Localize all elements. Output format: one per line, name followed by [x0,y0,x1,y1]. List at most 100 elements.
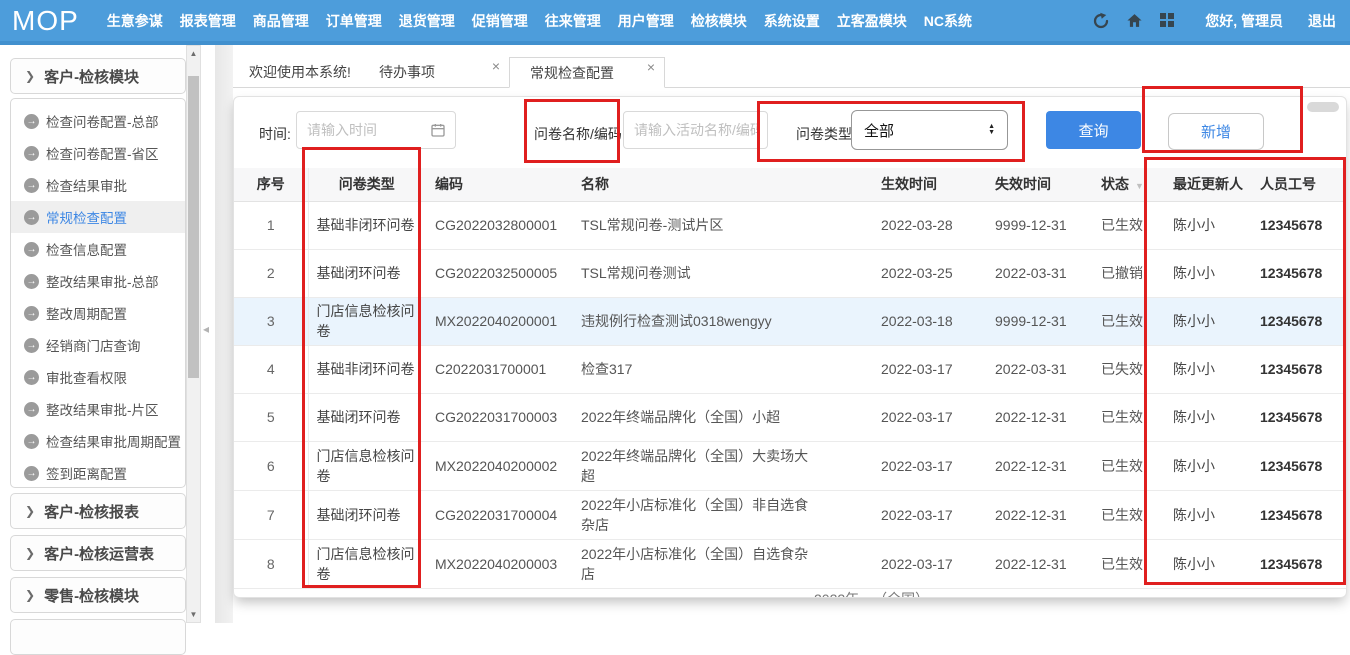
cell-seq: 1 [234,201,308,249]
cell-status: 已生效 [1093,297,1161,345]
menu-item[interactable]: 立客盈模块 [837,11,907,31]
arrow-circle-icon: → [24,274,39,289]
cell-effective-date: 2022-03-18 [869,297,983,345]
column-header[interactable]: 问卷类型 [308,168,425,201]
cell-updater: 陈小小 [1161,249,1248,297]
sidebar-item[interactable]: → 检查问卷配置-省区 [11,137,185,169]
sidebar-section-retail-check-module[interactable]: ❯ 零售-检核模块 [10,577,186,613]
column-header[interactable]: 人员工号 [1248,168,1347,201]
menu-item[interactable]: 检核模块 [691,11,747,31]
column-header[interactable]: 序号 [234,168,308,201]
column-header[interactable]: 最近更新人 [1161,168,1248,201]
questionnaire-name-input[interactable]: 请输入活动名称/编码 [623,111,768,149]
home-icon[interactable] [1125,12,1143,30]
cell-seq: 4 [234,345,308,393]
sidebar-item[interactable]: → 签到距离配置 [11,457,185,488]
cell-code: CG2022032800001 [425,201,571,249]
sidebar-section-customer-check-ops[interactable]: ❯ 客户-检核运营表 [10,535,186,571]
cell-updater: 陈小小 [1161,297,1248,345]
cell-employee-id: 12345678 [1248,393,1347,441]
sidebar-item[interactable]: → 经销商门店查询 [11,329,185,361]
sidebar-item[interactable]: → 审批查看权限 [11,361,185,393]
sidebar-item[interactable]: → 常规检查配置 [11,201,185,233]
sidebar-item[interactable]: → 整改周期配置 [11,297,185,329]
column-header[interactable]: 名称 [571,168,869,201]
grid-icon[interactable] [1158,12,1176,30]
tab-close-icon[interactable]: × [492,51,500,82]
table-row[interactable]: 6 门店信息检核问卷 MX2022040200002 2022年终端品牌化（全国… [234,441,1347,490]
table-row[interactable]: 7 基础闭环问卷 CG2022031700004 2022年小店标准化（全国）非… [234,490,1347,539]
arrow-circle-icon: → [24,146,39,161]
menu-item[interactable]: 生意参谋 [107,11,163,31]
cell-code: CG2022031700004 [425,490,571,539]
column-header[interactable]: 失效时间 [983,168,1093,201]
menu-item[interactable]: 订单管理 [326,11,382,31]
sidebar-section-partial [10,619,186,655]
cell-code: MX2022040200001 [425,297,571,345]
scrollbar-thumb[interactable] [188,76,199,378]
sidebar-section-customer-check-report[interactable]: ❯ 客户-检核报表 [10,493,186,529]
tab[interactable]: 待办事项 × [351,57,509,88]
menu-item[interactable]: 促销管理 [472,11,528,31]
sidebar-item[interactable]: → 检查信息配置 [11,233,185,265]
cell-employee-id: 12345678 [1248,539,1347,588]
app-logo[interactable]: MOP [12,5,79,37]
cell-seq: 5 [234,393,308,441]
arrow-circle-icon: → [24,114,39,129]
sidebar-item[interactable]: → 检查结果审批周期配置 [11,425,185,457]
tab[interactable]: 常规检查配置 × [509,57,665,88]
cell-employee-id: 12345678 [1248,490,1347,539]
cell-type: 基础闭环问卷 [308,393,425,441]
horizontal-scrollbar-thumb[interactable] [1307,102,1339,112]
scroll-down-icon[interactable]: ▼ [187,607,200,622]
cell-expiry-date: 9999-12-31 [983,297,1093,345]
tab[interactable]: 欢迎使用本系统! × [233,57,351,88]
sidebar-item[interactable]: → 检查结果审批 [11,169,185,201]
add-button[interactable]: 新增 [1168,113,1264,150]
sidebar-item[interactable]: → 整改结果审批-片区 [11,393,185,425]
menu-item[interactable]: 商品管理 [253,11,309,31]
tab-close-icon[interactable]: × [647,52,655,83]
table-row[interactable]: 3 门店信息检核问卷 MX2022040200001 违规例行检查测试0318w… [234,297,1347,345]
arrow-circle-icon: → [24,370,39,385]
questionnaire-type-select[interactable]: 全部 ▲▼ [851,110,1008,150]
menu-item[interactable]: 报表管理 [180,11,236,31]
scroll-up-icon[interactable]: ▲ [187,46,200,61]
menu-item[interactable]: 退货管理 [399,11,455,31]
cell-name: 2022年小店标准化（全国）自选食杂店 [571,539,869,588]
cell-name: TSL常规问卷测试 [571,249,869,297]
column-header[interactable]: 编码 [425,168,571,201]
cell-expiry-date: 9999-12-31 [983,201,1093,249]
menu-item[interactable]: NC系统 [924,11,972,31]
time-input[interactable]: 请输入时间 [296,111,456,149]
chevron-right-icon: ❯ [25,588,35,602]
cell-updater: 陈小小 [1161,490,1248,539]
menu-item[interactable]: 用户管理 [618,11,674,31]
sidebar-section-customer-check-module[interactable]: ❯ 客户-检核模块 [10,58,186,94]
cell-expiry-date: 2022-12-31 [983,539,1093,588]
search-button[interactable]: 查询 [1046,111,1141,149]
sidebar-item[interactable]: → 整改结果审批-总部 [11,265,185,297]
cell-type: 基础闭环问卷 [308,490,425,539]
column-header[interactable]: 生效时间 [869,168,983,201]
filter-icon[interactable]: ▼ [1135,181,1144,191]
sidebar-scrollbar[interactable]: ▲ ▼ [186,45,201,623]
table-row[interactable]: 2 基础闭环问卷 CG2022032500005 TSL常规问卷测试 2022-… [234,249,1347,297]
sidebar-collapse-icon[interactable]: ◂ [203,322,209,336]
table-row[interactable]: 1 基础非闭环问卷 CG2022032800001 TSL常规问卷-测试片区 2… [234,201,1347,249]
table-row[interactable]: 4 基础非闭环问卷 C2022031700001 检查317 2022-03-1… [234,345,1347,393]
sidebar-item[interactable]: → 检查问卷配置-总部 [11,105,185,137]
cell-seq: 7 [234,490,308,539]
cell-type: 基础闭环问卷 [308,249,425,297]
table-row[interactable]: 5 基础闭环问卷 CG2022031700003 2022年终端品牌化（全国）小… [234,393,1347,441]
cell-seq: 3 [234,297,308,345]
menu-item[interactable]: 系统设置 [764,11,820,31]
calendar-icon[interactable] [430,122,446,141]
history-icon[interactable] [1092,12,1110,30]
table-row[interactable]: 8 门店信息检核问卷 MX2022040200003 2022年小店标准化（全国… [234,539,1347,588]
cell-name: 2022年终端品牌化（全国）小超 [571,393,869,441]
menu-item[interactable]: 往来管理 [545,11,601,31]
logout-button[interactable]: 退出 [1308,11,1336,31]
cell-employee-id: 12345678 [1248,201,1347,249]
column-header[interactable]: 状态▼ [1093,168,1161,201]
